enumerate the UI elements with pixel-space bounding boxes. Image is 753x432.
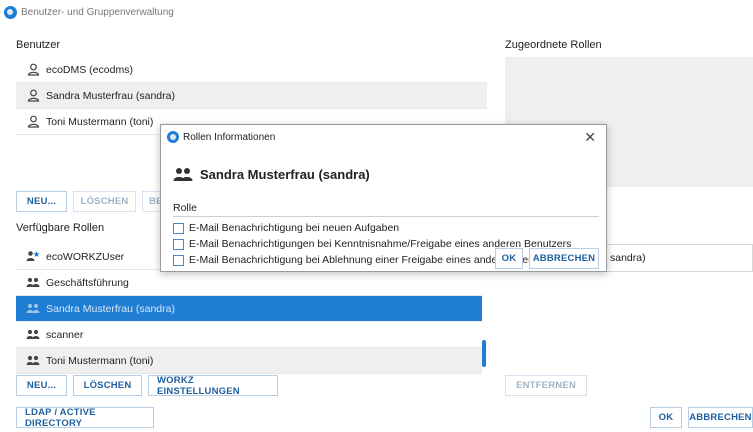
role-info-dialog: Rollen Informationen ✕ Sandra Musterfrau… [160, 124, 607, 272]
list-item[interactable]: Geschäftsführung [16, 270, 482, 296]
user-delete-button[interactable]: LÖSCHEN [73, 191, 136, 212]
workz-settings-button[interactable]: WORKZ EINSTELLUNGEN [148, 375, 278, 397]
dialog-user-name: Sandra Musterfrau (sandra) [200, 167, 370, 182]
list-item[interactable]: Sandra Musterfrau (sandra) [16, 296, 482, 322]
list-item[interactable]: Sandra Musterfrau (sandra) [16, 83, 487, 109]
app-logo-icon [4, 5, 17, 19]
checkbox[interactable] [173, 222, 184, 234]
dialog-title: Rollen Informationen [183, 131, 276, 143]
role-new-button[interactable]: NEU... [16, 375, 67, 396]
user-icon [26, 63, 40, 76]
list-item-label: Geschäftsführung [46, 276, 129, 289]
dialog-user-header: Sandra Musterfrau (sandra) [173, 167, 370, 182]
list-item-label: Sandra Musterfrau (sandra) [46, 302, 175, 315]
group-icon [26, 277, 40, 288]
window-titlebar: Benutzer- und Gruppenverwaltung [0, 0, 753, 24]
list-item[interactable]: ecoDMS (ecodms) [16, 57, 487, 83]
dialog-titlebar: Rollen Informationen [167, 131, 275, 143]
available-roles-label: Verfügbare Rollen [16, 222, 105, 234]
divider [173, 216, 599, 217]
checkbox-label: E-Mail Benachrichtigung bei neuen Aufgab… [189, 222, 400, 234]
available-roles-scrollbar[interactable] [482, 340, 486, 367]
group-icon [26, 355, 40, 366]
user-icon [26, 115, 40, 128]
close-icon[interactable]: ✕ [584, 129, 596, 146]
checkbox[interactable] [173, 254, 184, 266]
app-logo-icon [167, 131, 179, 143]
assigned-roles-label: Zugeordnete Rollen [505, 39, 602, 51]
roles-toolbar: NEU... LÖSCHEN WORKZ EINSTELLUNGEN [16, 375, 278, 397]
window-title: Benutzer- und Gruppenverwaltung [21, 6, 174, 18]
dialog-cancel-button[interactable]: ABBRECHEN [529, 248, 599, 269]
list-item-label: Sandra Musterfrau (sandra) [46, 89, 175, 102]
assigned-role-value: sandra) [610, 252, 646, 264]
users-label: Benutzer [16, 39, 61, 51]
list-item[interactable]: scanner [16, 322, 482, 348]
dialog-ok-button[interactable]: OK [495, 248, 523, 269]
list-item[interactable]: Toni Mustermann (toni) [16, 348, 482, 374]
role-delete-button[interactable]: LÖSCHEN [73, 375, 142, 396]
list-item-label: ecoWORKZUser [46, 250, 125, 263]
checkbox[interactable] [173, 238, 184, 250]
ok-button[interactable]: OK [650, 407, 682, 428]
user-icon [26, 89, 40, 102]
group-icon [26, 329, 40, 340]
list-item-label: ecoDMS (ecodms) [46, 63, 133, 76]
users-toolbar: NEU... LÖSCHEN BE [16, 191, 172, 212]
list-item-label: Toni Mustermann (toni) [46, 354, 154, 367]
user-new-button[interactable]: NEU... [16, 191, 67, 212]
group-star-icon [26, 250, 40, 263]
role-section-label: Rolle [173, 202, 197, 214]
group-icon [173, 167, 193, 182]
group-icon [26, 303, 40, 314]
remove-role-button[interactable]: ENTFERNEN [505, 375, 587, 396]
ldap-button[interactable]: LDAP / ACTIVE DIRECTORY [16, 407, 154, 429]
cancel-button[interactable]: ABBRECHEN [688, 407, 753, 428]
list-item-label: scanner [46, 328, 84, 341]
list-item-label: Toni Mustermann (toni) [46, 115, 154, 128]
notify-new-tasks-option[interactable]: E-Mail Benachrichtigung bei neuen Aufgab… [173, 222, 399, 234]
